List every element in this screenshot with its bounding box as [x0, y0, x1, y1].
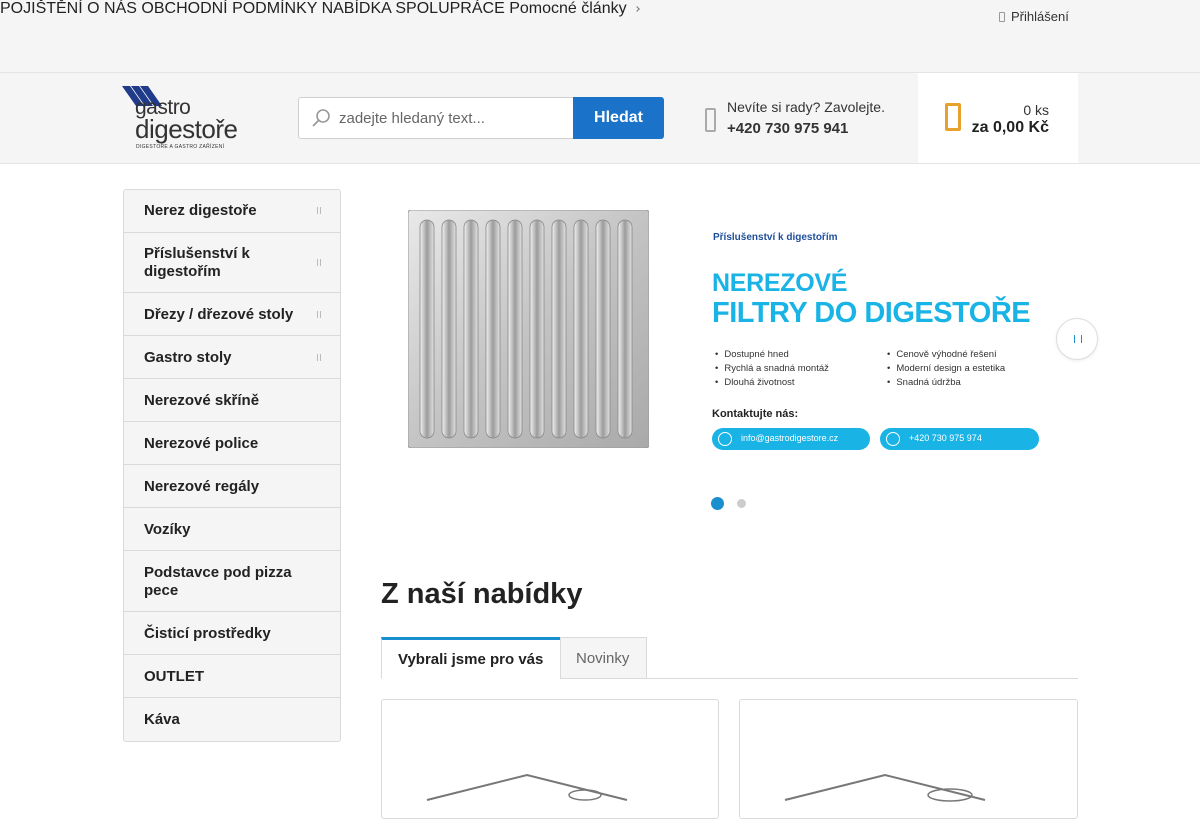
banner-phone-pill: +420 730 975 974: [880, 428, 1039, 450]
filter-baffle: [551, 219, 567, 439]
nav-link-nabidka-spoluprace[interactable]: NABÍDKA SPOLUPRÁCE: [322, 0, 505, 17]
banner-feature: Dostupné hned: [715, 349, 788, 360]
help-phone-link[interactable]: +420 730 975 941: [727, 120, 848, 137]
sidebar-item-label: Nerezové police: [144, 435, 259, 452]
sidebar-item-nerezove-police[interactable]: Nerezové police: [124, 422, 340, 465]
banner-feature: Rychlá a snadná montáž: [715, 363, 829, 374]
section-title: Z naší nabídky: [381, 578, 583, 610]
cart-count: 0 ks: [1023, 102, 1049, 118]
sidebar-item-label: Nerez digestoře: [144, 202, 257, 219]
logo-tagline: DIGESTOŘE A GASTRO ZAŘÍZENÍ: [136, 144, 225, 150]
sidebar-item-label: Káva: [144, 711, 180, 728]
cart-icon: [945, 103, 961, 131]
sidebar-item-label: Příslušenství k digestořím: [144, 245, 250, 280]
sidebar-item-label: Vozíky: [144, 521, 191, 538]
tab-label: Novinky: [576, 650, 630, 667]
chevron-right-icon: [317, 207, 321, 214]
nav-more-label: Pomocné články: [509, 0, 627, 17]
phone-icon: [886, 432, 900, 446]
product-card[interactable]: [381, 699, 719, 819]
search-box: [298, 97, 574, 139]
banner-email-pill: info@gastrodigestore.cz: [712, 428, 870, 450]
banner-feature: Snadná údržba: [887, 377, 960, 388]
sidebar-item-label: Dřezy / dřezové stoly: [144, 306, 294, 323]
banner-phone: +420 730 975 974: [909, 433, 982, 443]
product-image: [784, 773, 986, 802]
sidebar-item-podstavce[interactable]: Podstavce pod pizza pece: [124, 551, 340, 612]
chevron-right-icon: [317, 311, 321, 318]
product-card[interactable]: [739, 699, 1078, 819]
sidebar-item-cistici-prostredky[interactable]: Čisticí prostředky: [124, 612, 340, 655]
banner-headline-2: FILTRY DO DIGESTOŘE: [712, 297, 1031, 329]
tab-novinky[interactable]: Novinky: [560, 637, 647, 679]
banner-kicker: Příslušenství k digestořím: [713, 232, 838, 243]
filter-baffle: [617, 219, 633, 439]
sidebar-item-nerezove-skrine[interactable]: Nerezové skříně: [124, 379, 340, 422]
carousel-dot-2[interactable]: [737, 499, 746, 508]
sidebar-item-gastro-stoly[interactable]: Gastro stoly: [124, 336, 340, 379]
login-label: Přihlášení: [1011, 9, 1069, 24]
sidebar-item-voziky[interactable]: Vozíky: [124, 508, 340, 551]
tab-vybrali-jsme-pro-vas[interactable]: Vybrali jsme pro vás: [381, 637, 561, 679]
filter-baffle: [419, 219, 435, 439]
sidebar-item-label: Nerezové regály: [144, 478, 260, 495]
sidebar-item-label: Čisticí prostředky: [144, 625, 271, 642]
banner-feature: Cenově výhodné řešení: [887, 349, 996, 360]
sidebar-item-label: Nerezové skříně: [144, 392, 260, 409]
product-image: [426, 773, 628, 801]
globe-icon: [718, 432, 732, 446]
logo-text-digestore: digestoře: [135, 114, 238, 144]
nav-link-o-nas[interactable]: O NÁS: [87, 0, 137, 17]
sidebar-item-label: OUTLET: [144, 668, 204, 685]
login-link[interactable]: Přihlášení: [999, 9, 1069, 24]
banner-headline-1: NEREZOVÉ: [712, 269, 848, 297]
top-bar: POJIŠTĚNÍ O NÁS OBCHODNÍ PODMÍNKY NABÍDK…: [0, 0, 1200, 73]
sidebar-item-outlet[interactable]: OUTLET: [124, 655, 340, 698]
sidebar-item-kava[interactable]: Káva: [124, 698, 340, 741]
cart-widget[interactable]: 0 ks za 0,00 Kč: [918, 73, 1078, 163]
filter-baffle: [595, 219, 611, 439]
sidebar-item-prislusenstvi[interactable]: Příslušenství k digestořím: [124, 233, 340, 293]
sidebar-item-drezy[interactable]: Dřezy / dřezové stoly: [124, 293, 340, 336]
search-icon: [312, 109, 330, 127]
banner-feature: Moderní design a estetika: [887, 363, 1005, 374]
cart-total: za 0,00 Kč: [971, 119, 1049, 136]
chevron-right-icon: [317, 354, 321, 361]
nav-link-pomocne-clanky[interactable]: Pomocné články: [509, 0, 640, 17]
sidebar-item-nerezove-regaly[interactable]: Nerezové regály: [124, 465, 340, 508]
search-button[interactable]: Hledat: [573, 97, 664, 139]
chevron-down-icon: [633, 6, 640, 12]
lock-icon: [999, 12, 1005, 22]
phone-icon: [705, 108, 716, 132]
chevron-right-icon: [317, 259, 321, 266]
sidebar-item-label: Gastro stoly: [144, 349, 232, 366]
tab-label: Vybrali jsme pro vás: [398, 651, 544, 668]
nav-link-pojisteni[interactable]: POJIŠTĚNÍ: [0, 0, 83, 17]
filter-product-image: [408, 210, 649, 448]
nav-link-obchodni-podminky[interactable]: OBCHODNÍ PODMÍNKY: [141, 0, 317, 17]
sidebar-item-nerez-digestore[interactable]: Nerez digestoře: [124, 190, 340, 233]
search-input[interactable]: [339, 98, 569, 138]
help-text: Nevíte si rady? Zavolejte.: [727, 99, 885, 115]
banner-contact-label: Kontaktujte nás:: [712, 408, 799, 420]
filter-baffle: [441, 219, 457, 439]
filter-baffle: [507, 219, 523, 439]
filter-baffle: [485, 219, 501, 439]
category-sidebar: Nerez digestoře Příslušenství k digestoř…: [123, 189, 341, 742]
carousel-next-button[interactable]: [1056, 318, 1098, 360]
filter-baffle: [463, 219, 479, 439]
carousel-dot-1[interactable]: [711, 497, 724, 510]
sidebar-item-label: Podstavce pod pizza pece: [144, 564, 292, 599]
filter-baffle: [529, 219, 545, 439]
banner-feature: Dlouhá životnost: [715, 377, 794, 388]
filter-baffle: [573, 219, 589, 439]
banner-email: info@gastrodigestore.cz: [741, 433, 839, 443]
